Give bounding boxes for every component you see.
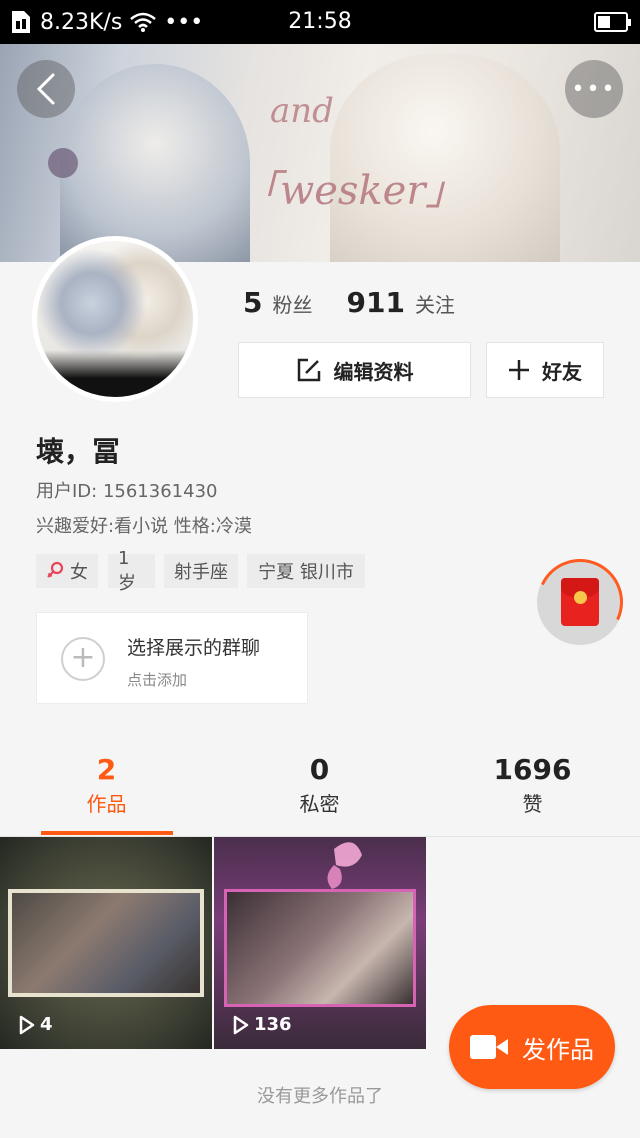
play-count-value: 136 — [254, 1014, 292, 1035]
edit-profile-label: 编辑资料 — [333, 359, 414, 384]
location-tag: 宁夏 银川市 — [247, 554, 365, 588]
content-tabs: 2 作品 0 私密 1696 赞 — [0, 735, 640, 835]
tab-works-label: 作品 — [86, 792, 127, 816]
fans-count[interactable]: 5 — [243, 286, 262, 319]
tab-likes-count: 1696 — [493, 753, 572, 786]
plus-icon — [509, 360, 529, 380]
play-count-value: 4 — [40, 1014, 53, 1035]
tab-likes-label: 赞 — [522, 792, 543, 816]
gender-tag: 女 — [36, 554, 98, 588]
publish-work-button[interactable]: 发作品 — [449, 1005, 615, 1089]
video-thumbnail-image — [8, 889, 204, 997]
group-card-title: 选择展示的群聊 — [127, 637, 261, 659]
video-thumbnail-2[interactable]: 136 — [214, 837, 426, 1049]
tab-likes[interactable]: 1696 赞 — [426, 735, 639, 817]
clock: 21:58 — [288, 9, 352, 34]
tab-works-count: 2 — [96, 753, 117, 786]
svg-text:「wesker」: 「wesker」 — [240, 168, 465, 214]
chevron-left-icon — [36, 73, 55, 105]
more-dots-icon: ••• — [571, 76, 617, 102]
add-friend-label: 好友 — [542, 359, 582, 384]
publish-label: 发作品 — [522, 1035, 594, 1064]
zodiac-tag: 射手座 — [164, 554, 238, 588]
active-tab-indicator — [41, 831, 173, 835]
red-packet-button[interactable] — [524, 546, 636, 658]
tab-private-label: 私密 — [299, 792, 340, 816]
play-icon — [19, 1015, 35, 1034]
fans-label[interactable]: 粉丝 — [272, 289, 312, 318]
female-icon — [47, 561, 64, 578]
tab-works[interactable]: 2 作品 — [0, 735, 213, 817]
play-count: 4 — [18, 1014, 53, 1035]
avatar-image — [37, 241, 193, 397]
no-more-works-text: 没有更多作品了 — [257, 1086, 383, 1107]
following-count[interactable]: 911 — [346, 286, 404, 319]
user-id: 用户ID: 1561361430 — [36, 481, 218, 502]
tab-private-count: 0 — [309, 753, 330, 786]
username: 壊，冨 — [36, 435, 121, 468]
back-button[interactable] — [17, 60, 75, 118]
battery-level — [598, 16, 610, 28]
avatar[interactable] — [32, 236, 198, 402]
plus-circle-icon: + — [61, 637, 105, 681]
profile-stats: 5 粉丝 911 关注 — [243, 286, 479, 319]
play-count: 136 — [232, 1014, 292, 1035]
video-thumbnail-1[interactable]: 4 — [0, 837, 212, 1049]
play-icon — [233, 1015, 249, 1034]
group-card-subtitle: 点击添加 — [127, 671, 188, 689]
more-button[interactable]: ••• — [565, 60, 623, 118]
group-chat-card[interactable]: + 选择展示的群聊 点击添加 — [36, 612, 308, 704]
status-bar: 8.23K/s ••• 21:58 — [0, 0, 640, 44]
video-thumbnail-image — [224, 889, 416, 1007]
profile-cover-image: and 「wesker」 — [0, 44, 640, 262]
user-description: 兴趣爱好:看小说 性格:冷漠 — [36, 516, 252, 537]
video-camera-icon — [470, 1033, 508, 1061]
cover-lettering: and 「wesker」 — [240, 91, 465, 214]
battery-icon — [594, 12, 631, 32]
edit-icon — [297, 358, 320, 382]
svg-text:and: and — [270, 91, 334, 131]
tab-private[interactable]: 0 私密 — [213, 735, 426, 817]
red-envelope-icon — [561, 578, 599, 626]
gender-label: 女 — [70, 562, 88, 583]
following-label[interactable]: 关注 — [415, 289, 455, 318]
age-tag: 1岁 — [108, 548, 155, 594]
add-friend-button[interactable]: 好友 — [486, 342, 604, 398]
edit-profile-button[interactable]: 编辑资料 — [238, 342, 471, 398]
